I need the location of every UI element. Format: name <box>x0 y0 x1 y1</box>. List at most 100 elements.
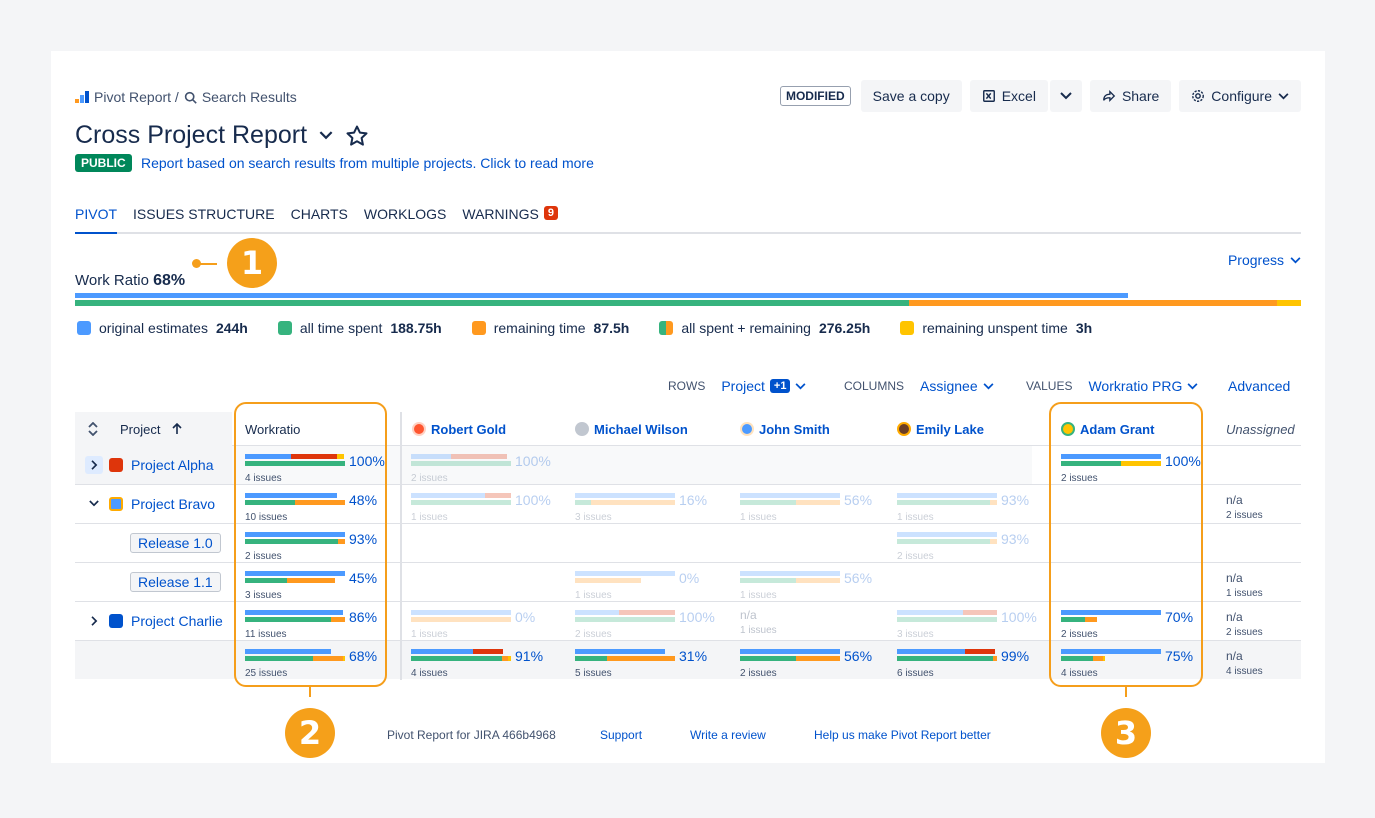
columns-selector[interactable]: Assignee <box>920 378 994 394</box>
legend-swatch <box>471 321 486 335</box>
bar-segment <box>411 493 485 498</box>
robert-cell[interactable]: 100% 1 issues <box>411 488 551 524</box>
legend-label: all spent + remaining <box>681 320 811 336</box>
tab-charts[interactable]: CHARTS <box>291 206 348 232</box>
chevron-right-icon[interactable] <box>85 612 103 630</box>
bar-segment <box>796 656 840 661</box>
spent-bar <box>411 500 511 505</box>
tab-pivot[interactable]: PIVOT <box>75 206 118 234</box>
column-robert-gold[interactable]: Robert Gold <box>412 412 506 446</box>
robert-cell[interactable]: 100% 2 issues <box>411 449 551 485</box>
share-button[interactable]: Share <box>1089 80 1172 112</box>
emily-cell[interactable]: 93% 1 issues <box>897 488 1037 524</box>
issue-count: 2 issues <box>575 629 612 640</box>
unassigned-cell[interactable]: n/a 1 issues <box>1226 571 1263 599</box>
arrow-up-icon <box>172 423 183 434</box>
chevron-down-icon[interactable] <box>85 495 103 513</box>
spent-remaining-bar <box>75 300 1301 306</box>
report-title-text[interactable]: Cross Project Report <box>75 121 307 150</box>
tab-worklogs[interactable]: WORKLOGS <box>364 206 446 232</box>
unassigned-cell[interactable]: n/a 2 issues <box>1226 493 1263 521</box>
user-name: John Smith <box>759 421 830 437</box>
chevron-down-icon[interactable] <box>319 131 333 140</box>
footer-review-link[interactable]: Write a review <box>690 728 766 742</box>
emily-total-cell[interactable]: 99% 6 issues <box>897 644 1037 680</box>
emily-cell[interactable]: 100% 3 issues <box>897 605 1037 641</box>
john-total-cell[interactable]: 56% 2 issues <box>740 644 880 680</box>
bar-segment <box>990 539 997 544</box>
sort-toggle-icon[interactable] <box>88 422 98 436</box>
cell-pct: 100% <box>1001 609 1037 625</box>
legend-item: all time spent 188.75h <box>277 320 442 336</box>
bar-segment <box>411 500 511 505</box>
footer-support-link[interactable]: Support <box>600 728 642 742</box>
breadcrumb-root[interactable]: Pivot Report / <box>94 89 179 105</box>
configure-button[interactable]: Configure <box>1179 80 1301 112</box>
legend-value: 87.5h <box>593 320 630 336</box>
bar-segment <box>796 578 840 583</box>
star-icon[interactable] <box>345 124 369 148</box>
legend-value: 188.75h <box>390 320 442 336</box>
column-emily-lake[interactable]: Emily Lake <box>897 412 984 446</box>
footer-feedback-link[interactable]: Help us make Pivot Report better <box>814 728 991 742</box>
cell-pct: 0% <box>679 570 700 586</box>
rows-selector[interactable]: Project +1 <box>721 378 806 394</box>
row-release-1-1[interactable]: Release 1.1 <box>75 562 232 601</box>
excel-button[interactable]: Excel <box>969 80 1048 112</box>
project-column-header[interactable]: Project <box>75 412 232 446</box>
chevron-right-icon[interactable] <box>85 455 103 474</box>
bar-segment <box>411 461 511 466</box>
bar-segment <box>575 578 641 583</box>
legend: original estimates 244h all time spent 188… <box>77 320 1092 336</box>
robert-total-cell[interactable]: 91% 4 issues <box>411 644 551 680</box>
chevron-down-icon <box>983 382 994 389</box>
estimate-bar <box>897 532 997 537</box>
estimate-bar <box>411 649 503 654</box>
row-label: Project Charlie <box>131 612 223 629</box>
issue-count: 1 issues <box>1226 588 1263 599</box>
values-value: Workratio PRG <box>1088 378 1183 394</box>
unassigned-cell[interactable]: n/a 2 issues <box>1226 610 1263 638</box>
row-project-charlie[interactable]: Project Charlie <box>75 601 232 640</box>
excel-dropdown-button[interactable] <box>1049 80 1082 112</box>
row-project-alpha[interactable]: Project Alpha <box>75 445 232 484</box>
column-unassigned[interactable]: Unassigned <box>1226 412 1295 446</box>
values-selector[interactable]: Workratio PRG <box>1088 378 1198 394</box>
row-project-bravo[interactable]: Project Bravo <box>75 484 232 523</box>
tab-warnings-label: WARNINGS <box>462 206 539 222</box>
callout-connector <box>309 687 311 697</box>
breadcrumb-current[interactable]: Search Results <box>202 89 297 105</box>
legend-value: 276.25h <box>818 320 871 336</box>
michael-cell[interactable]: 0% 1 issues <box>575 566 715 602</box>
michael-cell[interactable]: 16% 3 issues <box>575 488 715 524</box>
advanced-link[interactable]: Advanced <box>1228 378 1290 394</box>
column-michael-wilson[interactable]: Michael Wilson <box>575 412 688 446</box>
report-description-link[interactable]: Report based on search results from mult… <box>141 155 594 171</box>
save-copy-button[interactable]: Save a copy <box>860 80 962 112</box>
michael-cell[interactable]: 100% 2 issues <box>575 605 715 641</box>
bar-segment <box>607 656 675 661</box>
unassigned-total-cell[interactable]: n/a 4 issues <box>1226 649 1263 677</box>
robert-cell[interactable]: 0% 1 issues <box>411 605 551 641</box>
chevron-down-icon <box>1278 92 1289 99</box>
bar-segment <box>411 656 502 661</box>
work-ratio-label: Work Ratio <box>75 272 149 289</box>
john-cell[interactable]: 56% 1 issues <box>740 488 880 524</box>
john-cell[interactable]: 56% 1 issues <box>740 566 880 602</box>
save-copy-label: Save a copy <box>872 88 950 104</box>
row-release-1-0[interactable]: Release 1.0 <box>75 523 232 562</box>
pivot-logo-icon <box>75 91 89 103</box>
michael-total-cell[interactable]: 31% 5 issues <box>575 644 715 680</box>
tab-worklogs-label: WORKLOGS <box>363 206 447 222</box>
issue-count: 2 issues <box>1226 627 1263 638</box>
tab-issues-structure[interactable]: ISSUES STRUCTURE <box>133 206 275 232</box>
column-john-smith[interactable]: John Smith <box>740 412 830 446</box>
cell-pct: 16% <box>679 492 708 508</box>
tab-warnings[interactable]: WARNINGS 9 <box>462 206 558 232</box>
bar-segment <box>740 500 796 505</box>
emily-cell[interactable]: 93% 2 issues <box>897 527 1037 563</box>
project-bravo-icon <box>109 496 123 511</box>
estimate-bar-segment <box>75 293 1128 298</box>
rows-label: ROWS <box>668 379 706 393</box>
progress-view-selector[interactable]: Progress <box>1228 252 1301 268</box>
